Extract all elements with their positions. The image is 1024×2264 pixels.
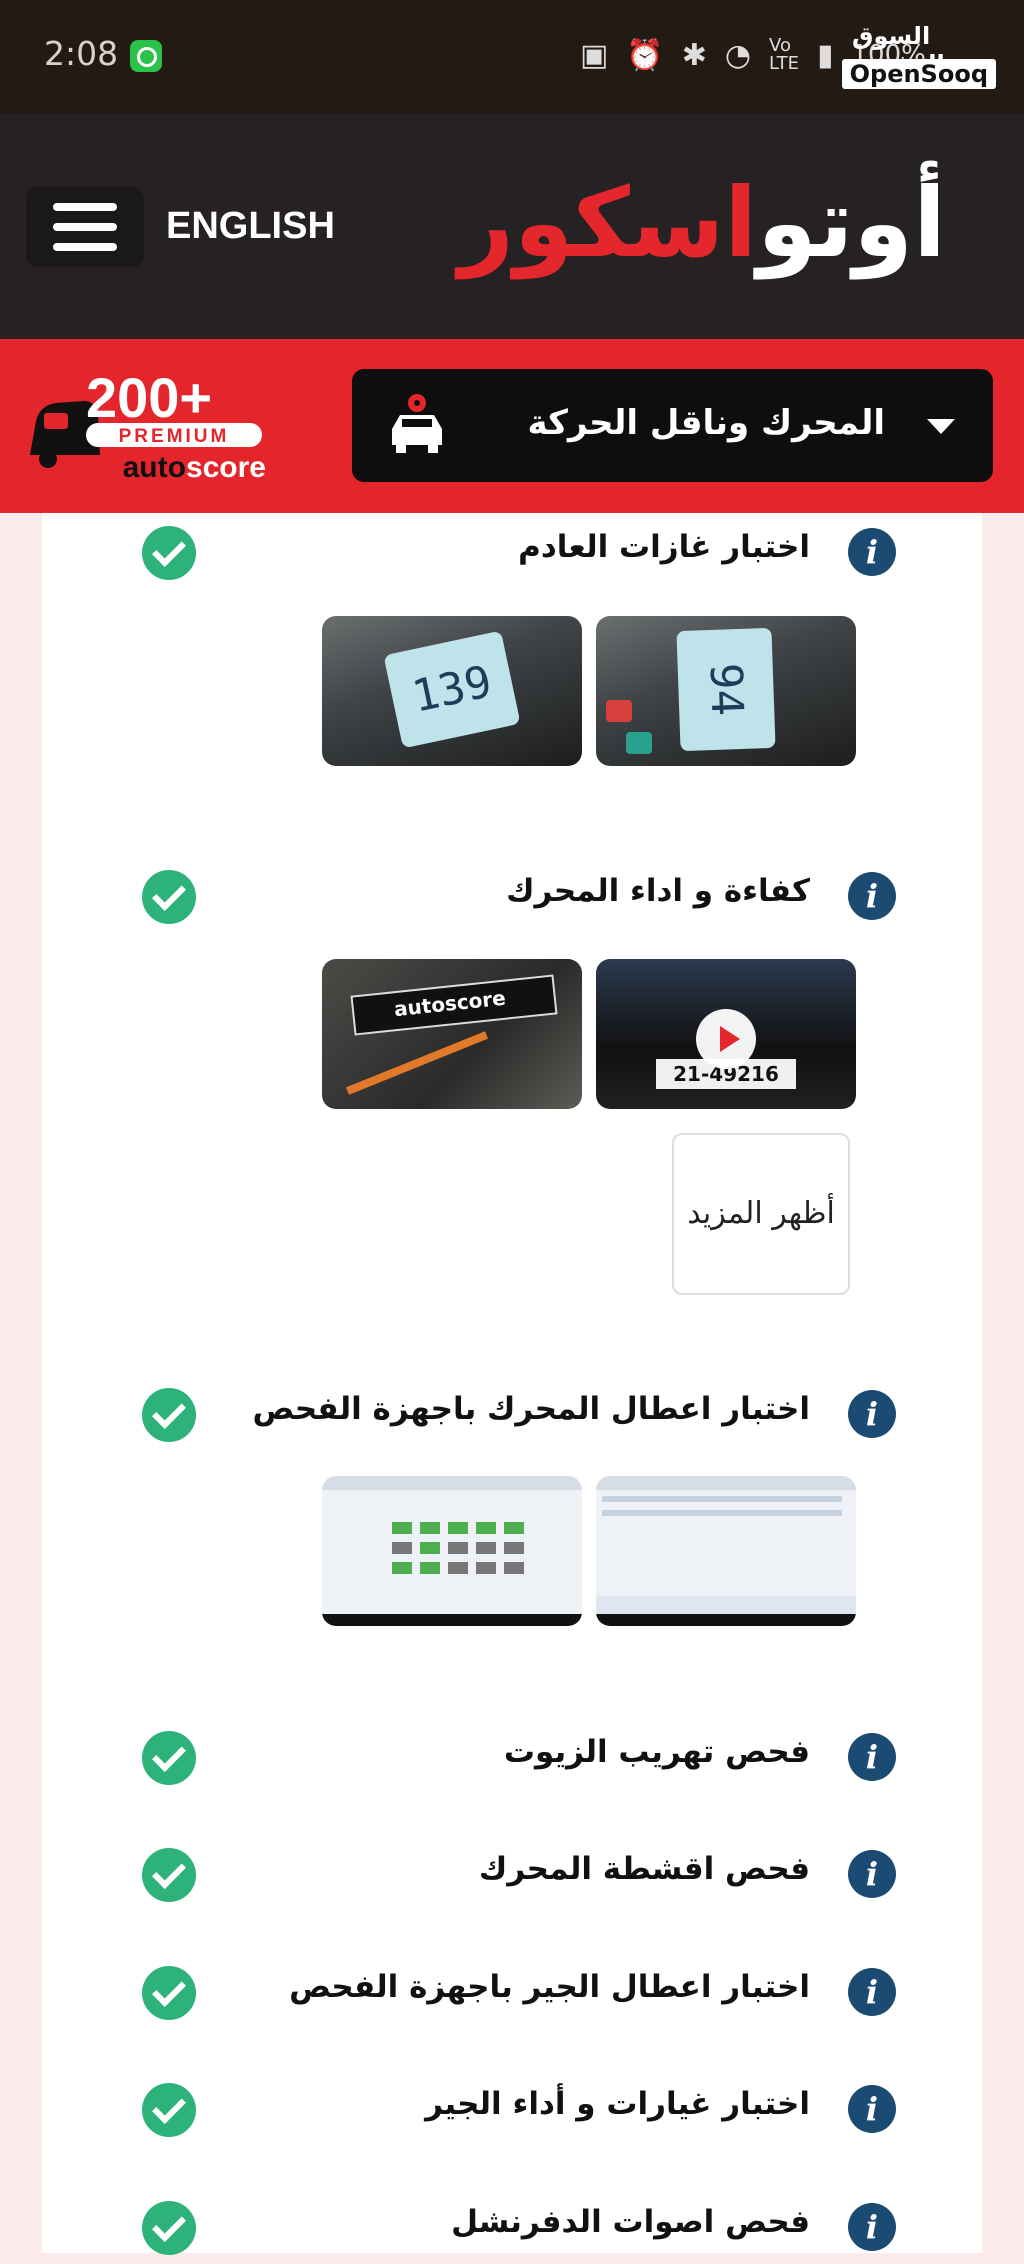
- inspection-item[interactable]: اختبار اعطال الجير باجهزة الفحص i: [42, 1959, 982, 2029]
- info-icon[interactable]: i: [848, 2203, 896, 2251]
- item-title: اختبار غيارات و أداء الجير: [425, 2086, 810, 2122]
- scan-module: [504, 1562, 524, 1574]
- scan-toolbar-bottom: [596, 1596, 856, 1614]
- show-more-button[interactable]: أظهر المزيد: [672, 1133, 850, 1295]
- scan-footer: [596, 1614, 856, 1626]
- language-switch-link[interactable]: ENGLISH: [166, 205, 335, 248]
- scan-module: [392, 1562, 412, 1574]
- menu-bar-icon: [53, 243, 117, 251]
- info-icon[interactable]: i: [848, 2085, 896, 2133]
- check-passed-icon: [142, 2083, 196, 2137]
- logo-part-1: أوتو: [757, 167, 946, 279]
- gauge-reading: 139: [383, 630, 521, 749]
- wifi-icon: ◔: [724, 37, 752, 73]
- item-title: كفاءة و اداء المحرك: [506, 873, 810, 909]
- info-icon[interactable]: i: [848, 1390, 896, 1438]
- hamburger-menu-button[interactable]: [26, 187, 144, 267]
- scan-module: [448, 1522, 468, 1534]
- check-passed-icon: [142, 526, 196, 580]
- check-passed-icon: [142, 1731, 196, 1785]
- item-title: اختبار اعطال الجير باجهزة الفحص: [289, 1969, 810, 2005]
- device-button: [606, 700, 632, 722]
- dipstick: [345, 1031, 489, 1095]
- info-icon[interactable]: i: [848, 1968, 896, 2016]
- badge-tier: PREMIUM: [119, 426, 230, 447]
- photo-thumbnail[interactable]: 139: [322, 616, 582, 766]
- info-icon[interactable]: i: [848, 528, 896, 576]
- photo-thumbnail[interactable]: [322, 1476, 582, 1626]
- scan-module: [420, 1542, 440, 1554]
- video-thumbnail[interactable]: 21-49216: [596, 959, 856, 1109]
- inspection-item[interactable]: فحص تهريب الزيوت i: [42, 1724, 982, 1794]
- inspection-item[interactable]: اختبار غيارات و أداء الجير i: [42, 2076, 982, 2146]
- gauge-reading: 94: [676, 627, 776, 752]
- category-dropdown[interactable]: المحرك وناقل الحركة: [352, 369, 993, 482]
- opensooq-watermark: السوق المفتوح OpenSooq: [841, 22, 1000, 96]
- nfc-icon: ▣: [580, 37, 609, 73]
- scan-module: [448, 1562, 468, 1574]
- item-title: اختبار اعطال المحرك باجهزة الفحص: [252, 1391, 810, 1427]
- device-button: [626, 732, 652, 754]
- scan-module: [476, 1562, 496, 1574]
- badge-brand: autoscore: [123, 451, 266, 484]
- scan-module: [420, 1522, 440, 1534]
- menu-bar-icon: [53, 223, 117, 231]
- scan-row: [602, 1510, 842, 1516]
- site-header: ENGLISH أوتواسكور: [0, 113, 1024, 339]
- photo-thumbnail[interactable]: autoscore: [322, 959, 582, 1109]
- item-title: اختبار غازات العادم: [518, 529, 810, 565]
- scan-module: [476, 1522, 496, 1534]
- volte-icon: Vo LTE: [769, 35, 799, 74]
- info-icon[interactable]: i: [848, 1850, 896, 1898]
- watermark-latin: OpenSooq: [841, 59, 996, 89]
- scan-toolbar: [596, 1476, 856, 1490]
- scan-module: [504, 1542, 524, 1554]
- premium-badge: 200+ PREMIUM autoscore: [30, 366, 266, 484]
- gauge-brand-text: autoscore: [392, 985, 507, 1022]
- status-bar: 2:08 ▣ ⏰ ✱ ◔ VoLTE ▮ 100% السوق المفتوح …: [0, 0, 1024, 113]
- check-passed-icon: [142, 1848, 196, 1902]
- info-icon[interactable]: i: [848, 872, 896, 920]
- check-passed-icon: [142, 1388, 196, 1442]
- status-time: 2:08: [44, 34, 119, 73]
- inspection-item[interactable]: كفاءة و اداء المحرك i: [42, 863, 982, 933]
- autoscore-logo[interactable]: أوتواسكور: [459, 163, 946, 283]
- inspection-item[interactable]: اختبار اعطال المحرك باجهزة الفحص i: [42, 1381, 982, 1451]
- scan-module: [420, 1562, 440, 1574]
- signal-icon: ▮: [816, 37, 834, 73]
- inspection-card: اختبار غازات العادم i 139 94 كفاءة و ادا…: [42, 513, 982, 2255]
- scan-module: [504, 1522, 524, 1534]
- alarm-icon: ⏰: [626, 37, 664, 73]
- check-passed-icon: [142, 870, 196, 924]
- scan-row: [602, 1496, 842, 1502]
- item-title: فحص تهريب الزيوت: [503, 1734, 810, 1770]
- scan-module: [392, 1542, 412, 1554]
- whatsapp-icon: [130, 40, 162, 72]
- item-title: فحص اصوات الدفرنشل: [451, 2204, 810, 2240]
- scan-toolbar: [322, 1476, 582, 1490]
- engine-car-icon: [392, 394, 442, 453]
- inspection-item[interactable]: فحص اقشطة المحرك i: [42, 1841, 982, 1911]
- info-icon[interactable]: i: [848, 1733, 896, 1781]
- scan-footer: [322, 1614, 582, 1626]
- menu-bar-icon: [53, 203, 117, 211]
- category-bar: 200+ PREMIUM autoscore المحرك وناقل الحر…: [0, 339, 1024, 513]
- inspection-item[interactable]: اختبار غازات العادم i: [42, 519, 982, 589]
- check-passed-icon: [142, 2201, 196, 2255]
- logo-part-2: اسكور: [458, 167, 758, 279]
- check-passed-icon: [142, 1966, 196, 2020]
- chevron-down-icon: [927, 419, 955, 434]
- badge-count: 200+: [86, 366, 212, 429]
- oil-dipstick-gauge: autoscore: [350, 974, 558, 1036]
- play-icon[interactable]: [696, 1009, 756, 1069]
- scan-module: [476, 1542, 496, 1554]
- scan-module: [392, 1522, 412, 1534]
- item-title: فحص اقشطة المحرك: [478, 1851, 810, 1887]
- scan-module: [448, 1542, 468, 1554]
- category-selected-label: المحرك وناقل الحركة: [527, 403, 885, 443]
- inspection-item[interactable]: فحص اصوات الدفرنشل i: [42, 2194, 982, 2264]
- bluetooth-icon: ✱: [681, 37, 707, 73]
- photo-thumbnail[interactable]: 94: [596, 616, 856, 766]
- photo-thumbnail[interactable]: [596, 1476, 856, 1626]
